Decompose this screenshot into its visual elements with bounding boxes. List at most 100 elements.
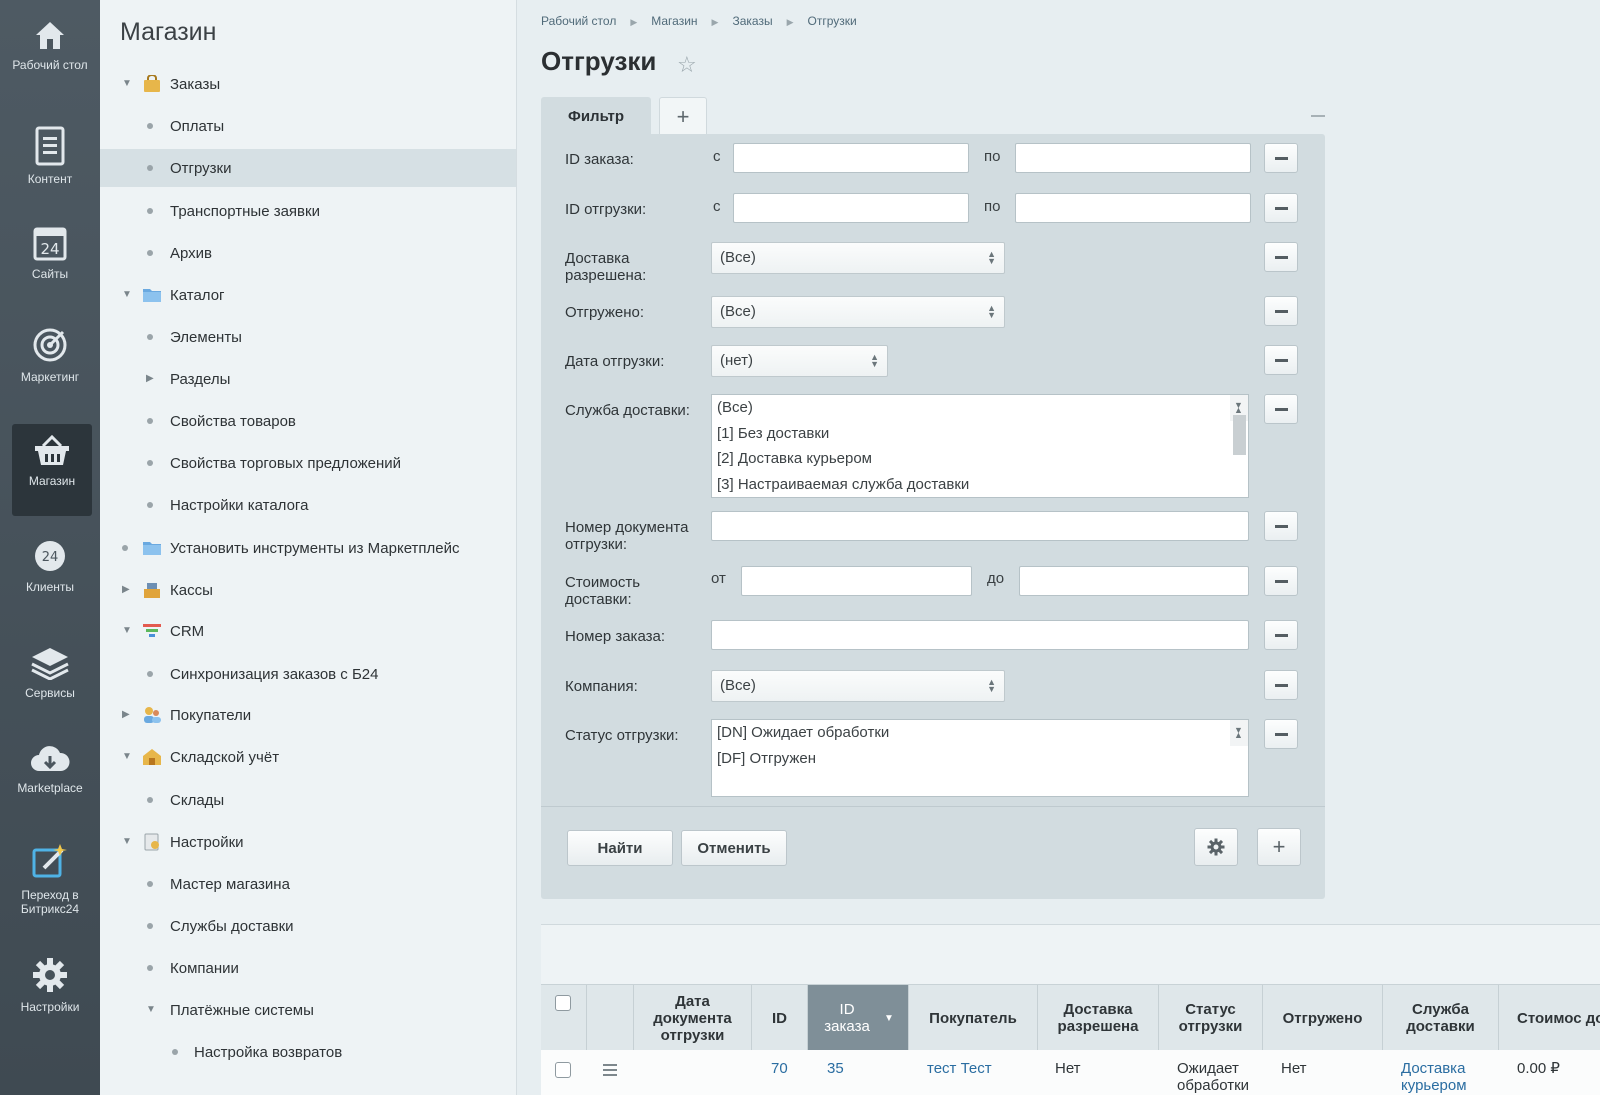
delivery-allowed-select[interactable]: (Все) ▲ ▼ bbox=[711, 242, 1005, 274]
menu-item-payments[interactable]: Оплаты bbox=[100, 107, 516, 145]
remove-field-button[interactable] bbox=[1264, 566, 1298, 596]
doc-number-input[interactable] bbox=[711, 511, 1249, 541]
order-number-input[interactable] bbox=[711, 620, 1249, 650]
menu-item-sections[interactable]: ▶ Разделы bbox=[100, 360, 516, 398]
rail-item-marketplace[interactable]: Marketplace bbox=[0, 743, 100, 833]
column-buyer[interactable]: Покупатель bbox=[909, 985, 1038, 1051]
listbox-option[interactable]: [2] Доставка курьером bbox=[712, 446, 1248, 472]
row-delivery-service[interactable]: Доставка курьером bbox=[1401, 1060, 1481, 1094]
add-field-button[interactable]: + bbox=[1257, 828, 1301, 866]
column-delivery-cost[interactable]: Стоимос доставк bbox=[1499, 985, 1600, 1051]
company-select[interactable]: (Все) ▲ ▼ bbox=[711, 670, 1005, 702]
column-status[interactable]: Статус отгрузки bbox=[1159, 985, 1263, 1051]
column-doc-date[interactable]: Дата документа отгрузки bbox=[634, 985, 752, 1051]
shipment-date-select[interactable]: (нет) ▲ ▼ bbox=[711, 345, 888, 377]
expand-down-icon[interactable]: ▼ bbox=[122, 79, 132, 89]
column-order-id[interactable]: ID заказа ▼ bbox=[808, 985, 909, 1051]
menu-item-returns-settings[interactable]: Настройка возвратов bbox=[100, 1033, 516, 1071]
menu-item-marketplace-tools[interactable]: Установить инструменты из Маркетплейс bbox=[100, 529, 516, 567]
find-button[interactable]: Найти bbox=[567, 830, 673, 866]
rail-item-clients[interactable]: 24 Клиенты bbox=[0, 538, 100, 628]
menu-item-buyers[interactable]: ▶ Покупатели bbox=[100, 696, 516, 734]
remove-field-button[interactable] bbox=[1264, 296, 1298, 326]
expand-down-icon[interactable]: ▼ bbox=[122, 752, 132, 762]
breadcrumb-shop[interactable]: Магазин bbox=[651, 14, 697, 30]
rail-item-services[interactable]: Сервисы bbox=[0, 646, 100, 736]
menu-item-elements[interactable]: Элементы bbox=[100, 318, 516, 356]
column-delivery-service[interactable]: Служба доставки bbox=[1383, 985, 1499, 1051]
remove-field-button[interactable] bbox=[1264, 394, 1298, 424]
menu-item-transport-requests[interactable]: Транспортные заявки bbox=[100, 192, 516, 230]
rail-item-settings[interactable]: Настройки bbox=[0, 956, 100, 1046]
column-shipped[interactable]: Отгружено bbox=[1263, 985, 1383, 1051]
menu-item-catalog[interactable]: ▼ Каталог bbox=[100, 276, 516, 314]
rail-item-desktop[interactable]: Рабочий стол bbox=[0, 18, 100, 108]
remove-field-button[interactable] bbox=[1264, 719, 1298, 749]
row-id[interactable]: 70 bbox=[771, 1060, 788, 1077]
menu-item-shipments[interactable]: Отгрузки bbox=[100, 149, 516, 187]
scroll-thumb[interactable] bbox=[1233, 415, 1246, 455]
menu-item-crm[interactable]: ▼ CRM bbox=[100, 612, 516, 650]
table-row[interactable]: 70 35 тест Тест Нет Ожидает обработки Не… bbox=[541, 1050, 1600, 1095]
menu-item-b24-sync[interactable]: Синхронизация заказов с Б24 bbox=[100, 655, 516, 693]
scroll-down-icon[interactable]: ▼ bbox=[1234, 393, 1243, 418]
expand-right-icon[interactable]: ▶ bbox=[122, 710, 132, 720]
add-filter-tab-button[interactable]: + bbox=[659, 97, 707, 135]
shipped-select[interactable]: (Все) ▲ ▼ bbox=[711, 296, 1005, 328]
listbox-option[interactable]: [3] Настраиваемая служба доставки bbox=[712, 472, 1248, 498]
menu-item-catalog-settings[interactable]: Настройки каталога bbox=[100, 486, 516, 524]
expand-right-icon[interactable]: ▶ bbox=[122, 585, 132, 595]
expand-down-icon[interactable]: ▼ bbox=[146, 1005, 156, 1015]
remove-field-button[interactable] bbox=[1264, 511, 1298, 541]
delivery-cost-to-input[interactable] bbox=[1019, 566, 1249, 596]
remove-field-button[interactable] bbox=[1264, 242, 1298, 272]
expand-down-icon[interactable]: ▼ bbox=[122, 290, 132, 300]
remove-field-button[interactable] bbox=[1264, 193, 1298, 223]
menu-item-warehouses[interactable]: Склады bbox=[100, 781, 516, 819]
menu-item-settings[interactable]: ▼ Настройки bbox=[100, 823, 516, 861]
shipment-status-listbox[interactable]: [DN] Ожидает обработки [DF] Отгружен ▲ ▼ bbox=[711, 719, 1249, 797]
menu-item-archive[interactable]: Архив bbox=[100, 234, 516, 272]
order-id-to-input[interactable] bbox=[1015, 143, 1251, 173]
listbox-scrollbar[interactable]: ▲ ▼ bbox=[1230, 720, 1248, 746]
remove-field-button[interactable] bbox=[1264, 345, 1298, 375]
listbox-option[interactable]: (Все) bbox=[712, 395, 1248, 421]
menu-item-offer-properties[interactable]: Свойства торговых предложений bbox=[100, 444, 516, 482]
expand-right-icon[interactable]: ▶ bbox=[146, 374, 156, 384]
listbox-option[interactable]: [DF] Отгружен bbox=[712, 746, 1248, 772]
breadcrumb-desktop[interactable]: Рабочий стол bbox=[541, 14, 616, 30]
filter-settings-button[interactable] bbox=[1194, 828, 1238, 866]
menu-item-companies[interactable]: Компании bbox=[100, 949, 516, 987]
shipment-id-from-input[interactable] bbox=[733, 193, 969, 223]
expand-down-icon[interactable]: ▼ bbox=[122, 837, 132, 847]
menu-item-orders[interactable]: ▼ Заказы bbox=[100, 65, 516, 103]
menu-item-payment-systems[interactable]: ▼ Платёжные системы bbox=[100, 991, 516, 1029]
breadcrumb-orders[interactable]: Заказы bbox=[732, 14, 772, 30]
rail-item-content[interactable]: Контент bbox=[0, 126, 100, 216]
cancel-button[interactable]: Отменить bbox=[681, 830, 787, 866]
listbox-option[interactable]: [DN] Ожидает обработки bbox=[712, 720, 1248, 746]
row-menu-icon[interactable] bbox=[603, 1064, 617, 1076]
order-id-from-input[interactable] bbox=[733, 143, 969, 173]
menu-item-shop-wizard[interactable]: Мастер магазина bbox=[100, 865, 516, 903]
remove-field-button[interactable] bbox=[1264, 143, 1298, 173]
delivery-cost-from-input[interactable] bbox=[741, 566, 972, 596]
row-buyer[interactable]: тест Тест bbox=[927, 1060, 992, 1077]
rail-item-marketing[interactable]: Маркетинг bbox=[0, 326, 100, 416]
rail-item-bitrix24[interactable]: Переход в Битрикс24 bbox=[0, 842, 100, 932]
listbox-scrollbar[interactable]: ▲ ▼ bbox=[1230, 393, 1248, 455]
expand-down-icon[interactable]: ▼ bbox=[122, 626, 132, 636]
scroll-down-icon[interactable]: ▼ bbox=[1234, 718, 1243, 743]
select-all-checkbox[interactable] bbox=[555, 995, 571, 1011]
collapse-filter-icon[interactable] bbox=[1311, 115, 1325, 117]
menu-item-warehouse-accounting[interactable]: ▼ Складской учёт bbox=[100, 738, 516, 776]
listbox-option[interactable]: [1] Без доставки bbox=[712, 421, 1248, 447]
rail-item-shop[interactable]: Магазин bbox=[12, 424, 92, 516]
tab-filter[interactable]: Фильтр bbox=[541, 97, 651, 135]
favorite-star-icon[interactable]: ☆ bbox=[677, 52, 697, 78]
menu-item-delivery-services[interactable]: Службы доставки bbox=[100, 907, 516, 945]
column-delivery-allowed[interactable]: Доставка разрешена bbox=[1038, 985, 1159, 1051]
menu-item-product-properties[interactable]: Свойства товаров bbox=[100, 402, 516, 440]
delivery-service-listbox[interactable]: (Все) [1] Без доставки [2] Доставка курь… bbox=[711, 394, 1249, 498]
remove-field-button[interactable] bbox=[1264, 670, 1298, 700]
